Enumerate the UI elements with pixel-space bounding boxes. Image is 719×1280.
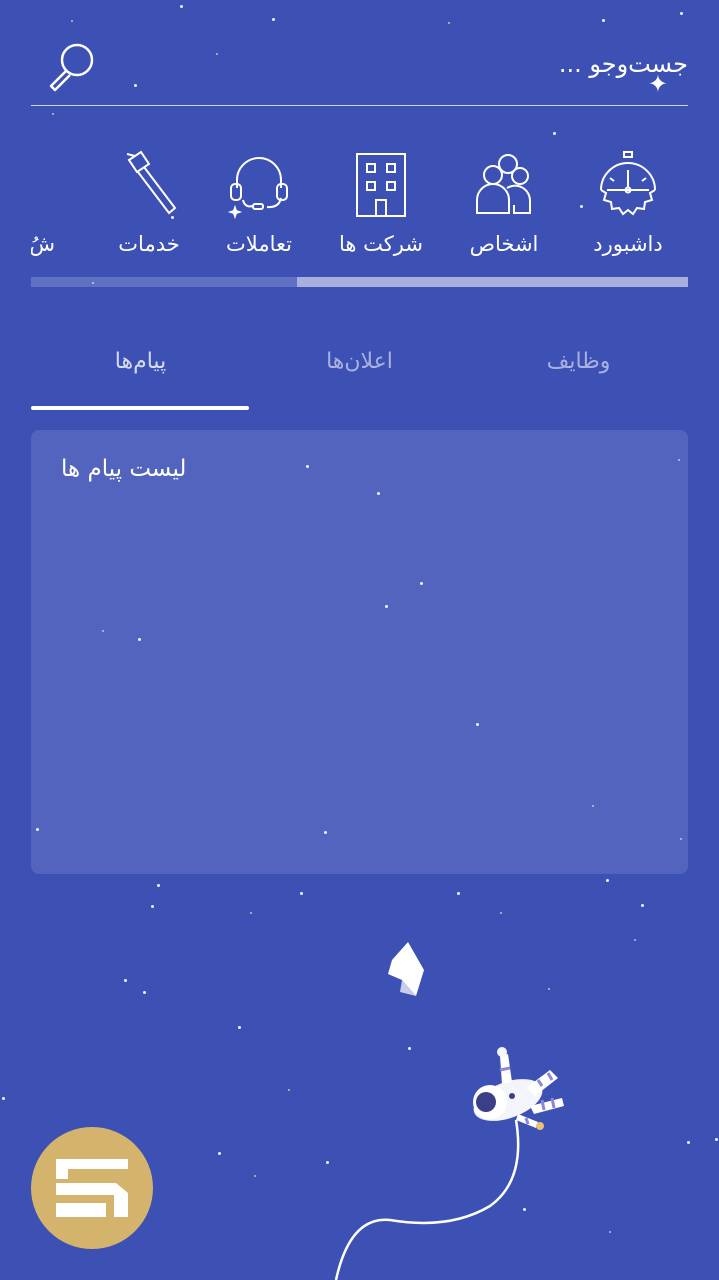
star: [52, 113, 54, 115]
star: [715, 1138, 718, 1141]
sparkle-icon: ✦: [647, 70, 668, 98]
tab-tasks[interactable]: وظایف: [469, 330, 688, 410]
tab-bar: وظایف اعلان‌ها پیام‌ها: [31, 330, 688, 410]
star: [606, 879, 609, 882]
people-icon: [476, 154, 531, 214]
star: [250, 912, 252, 914]
star: [687, 1141, 690, 1144]
star: [500, 912, 502, 914]
star: [2, 1097, 5, 1100]
star: [457, 892, 460, 895]
brand-logo-button[interactable]: [31, 1127, 153, 1249]
building-icon: [356, 153, 406, 217]
nav-label-people: اشخاص: [469, 232, 539, 256]
nav-item-partial[interactable]: شُ: [31, 140, 55, 270]
star: [641, 904, 644, 907]
panel-title-text: لیست پیام ها: [61, 456, 187, 482]
panel-title: لیست پیام ها: [31, 456, 688, 482]
nav-label-partial: شُ: [31, 232, 55, 256]
star: [553, 132, 556, 135]
nav-item-people[interactable]: اشخاص: [444, 140, 564, 270]
quick-nav[interactable]: داشبورد اشخاص شرکت ها تعاملات خدمات شُ: [31, 140, 688, 270]
brand-logo-icon: [56, 1159, 128, 1217]
star: [448, 22, 450, 24]
star: [151, 905, 154, 908]
nav-item-companies[interactable]: شرکت ها: [321, 140, 441, 270]
star: [71, 20, 73, 22]
messages-panel: لیست پیام ها: [31, 430, 688, 874]
star: [218, 1152, 221, 1155]
nav-scroll-thumb[interactable]: [297, 277, 688, 287]
search-input[interactable]: جست‌وجو ...: [559, 50, 688, 78]
star: [238, 1026, 241, 1029]
dashboard-gauge-icon: [600, 151, 656, 216]
star: [157, 884, 160, 887]
search-icon[interactable]: [41, 40, 99, 98]
search-bar[interactable]: جست‌وجو ... ✦: [31, 36, 688, 106]
nav-label-companies: شرکت ها: [339, 232, 423, 256]
star: [634, 939, 636, 941]
star: [254, 1175, 256, 1177]
hammer-icon: [126, 150, 177, 215]
star: [180, 5, 183, 8]
headset-icon: [227, 157, 288, 220]
active-tab-indicator: [31, 406, 249, 410]
tab-messages[interactable]: پیام‌ها: [31, 330, 250, 410]
tab-notifications[interactable]: اعلان‌ها: [250, 330, 469, 410]
nav-item-services[interactable]: خدمات: [89, 140, 209, 270]
nav-scrollbar[interactable]: [31, 277, 688, 287]
star: [609, 1231, 611, 1233]
star: [124, 979, 127, 982]
star: [680, 12, 683, 15]
star: [288, 1089, 290, 1091]
star: [143, 991, 146, 994]
nav-label-dashboard: داشبورد: [593, 232, 663, 256]
nav-label-services: خدمات: [118, 232, 180, 256]
star: [326, 1161, 329, 1164]
star: [272, 18, 275, 21]
nav-item-dashboard[interactable]: داشبورد: [568, 140, 688, 270]
star: [300, 892, 303, 895]
star: [602, 19, 605, 22]
astronaut-icon: [334, 942, 564, 1280]
